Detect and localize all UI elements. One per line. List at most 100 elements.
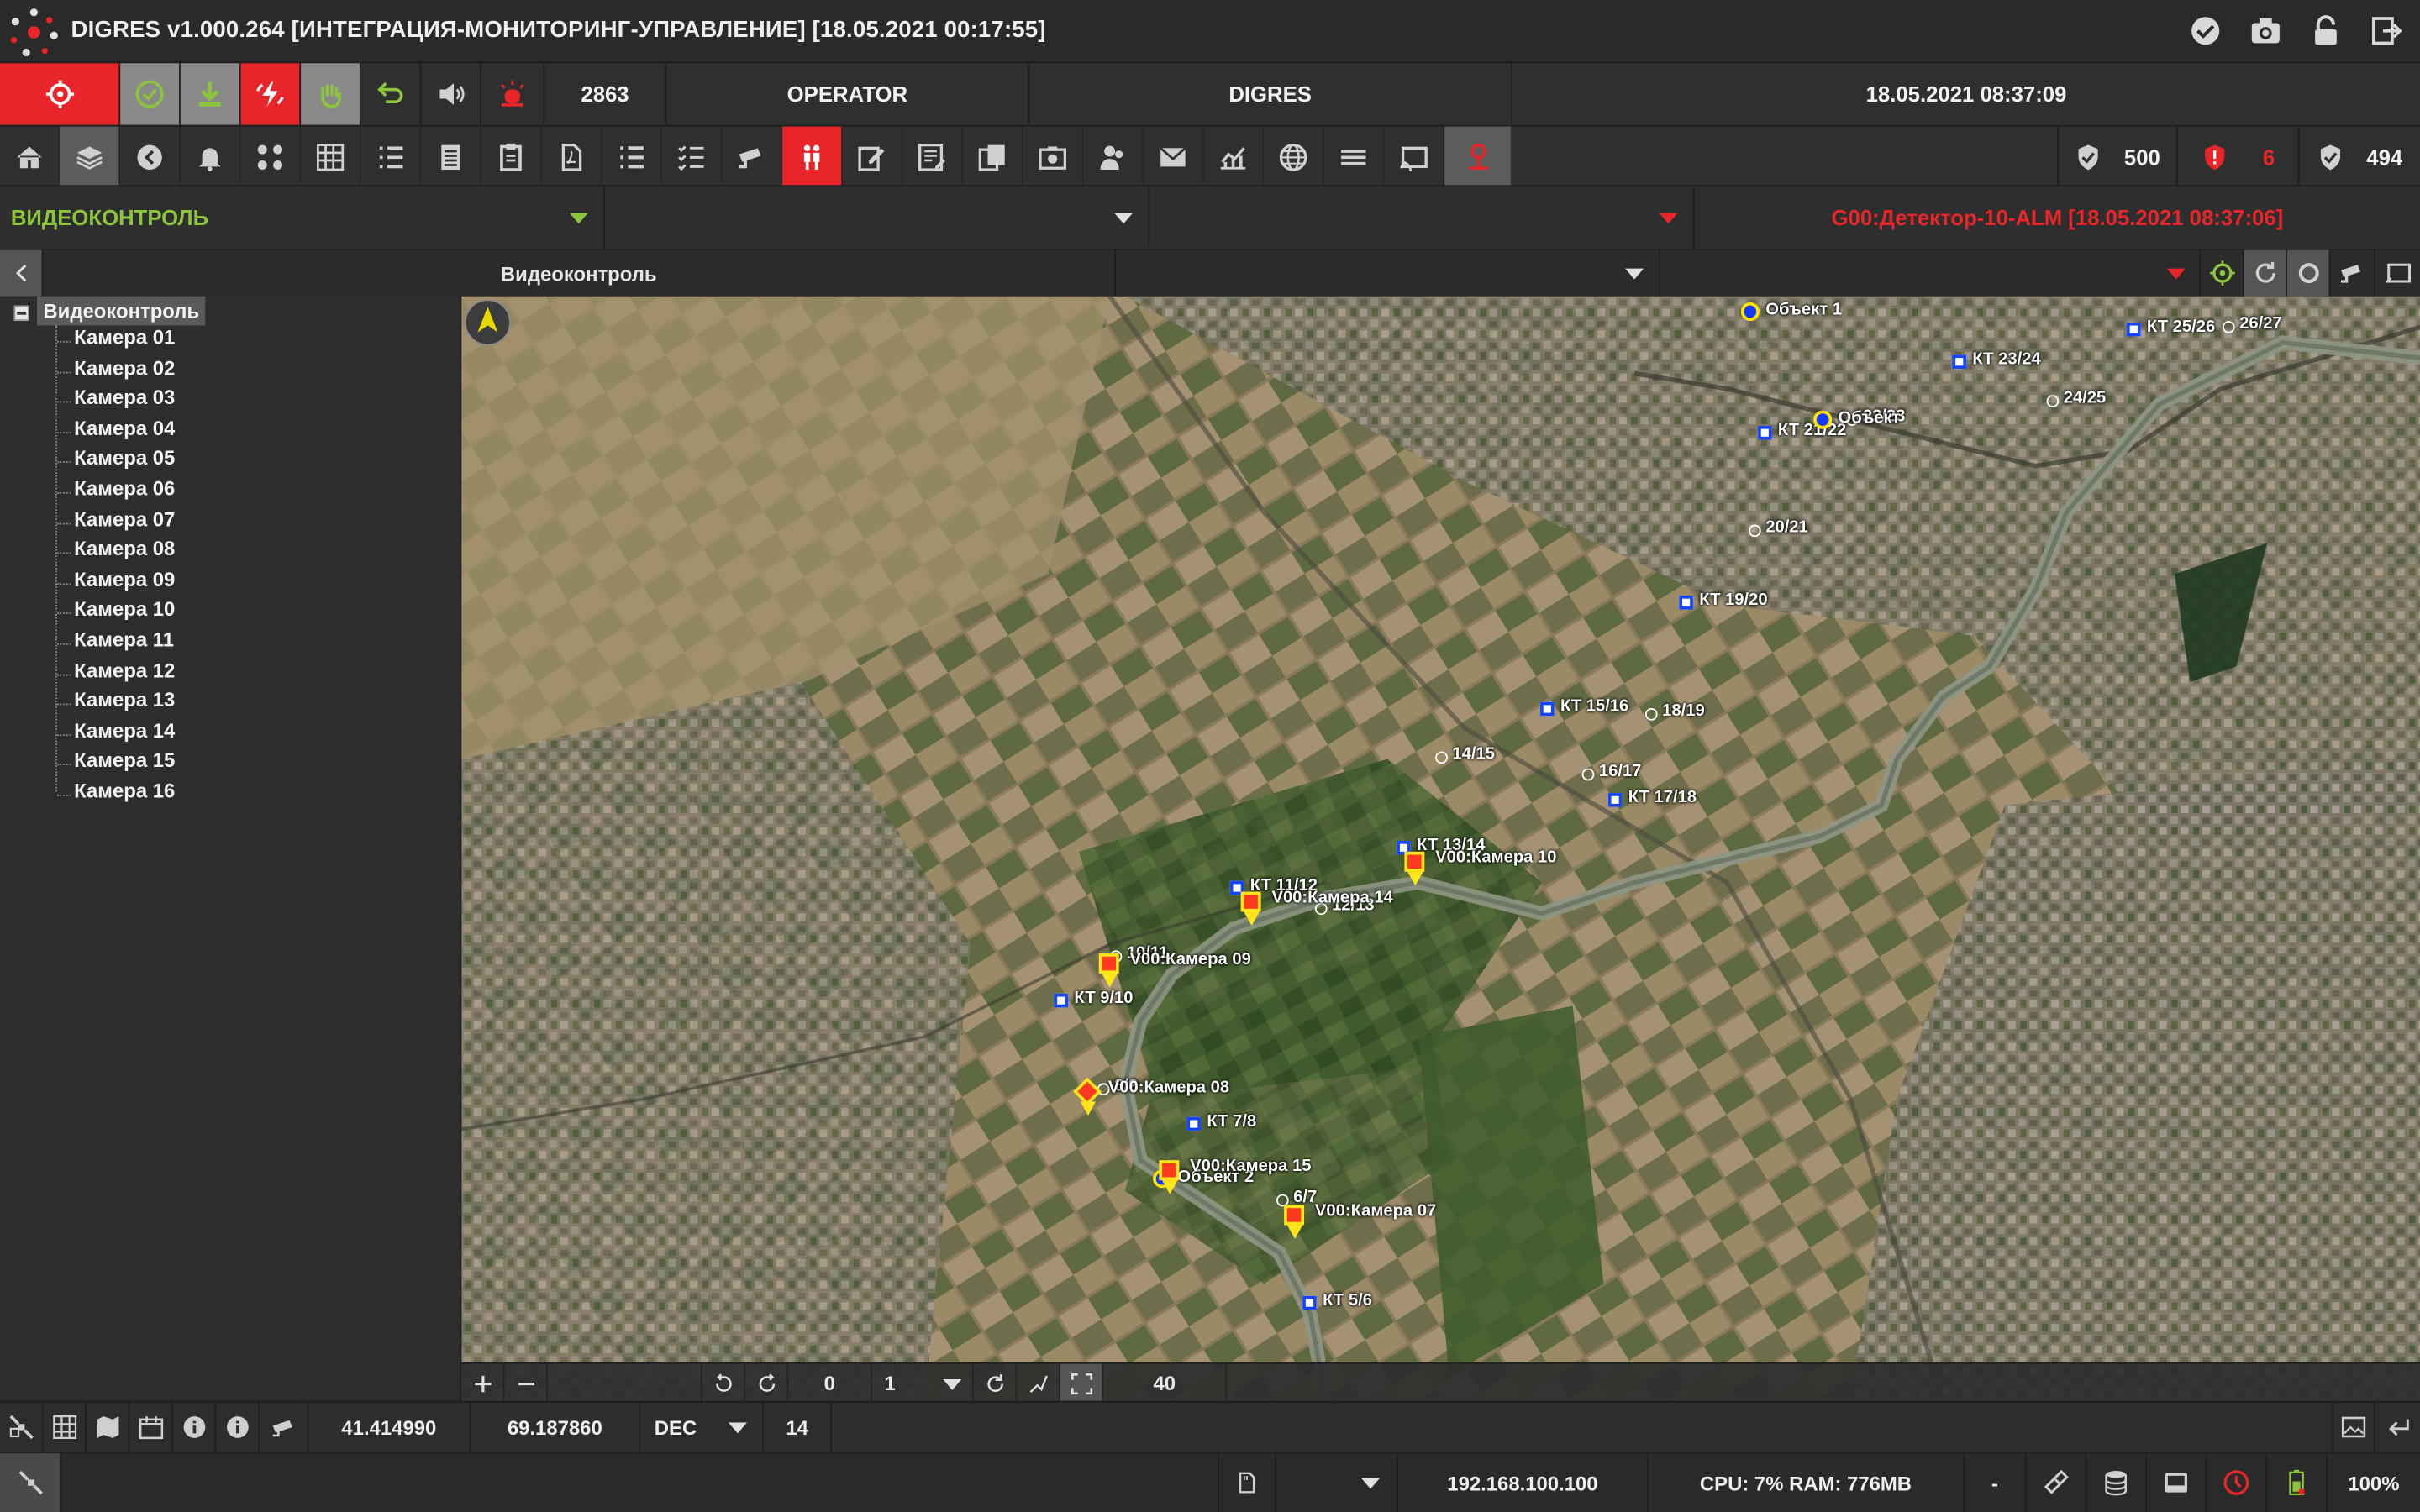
- hand-button[interactable]: [301, 63, 361, 125]
- alarm-message[interactable]: G00:Детектор-10-ALM [18.05.2021 08:37:06…: [1695, 186, 2420, 248]
- satellite-map[interactable]: КТ 25/26 КТ 23/24 КТ 21/22 КТ 19/20 КТ 15/16…: [461, 296, 2420, 1401]
- map-toggle-button[interactable]: [87, 1402, 130, 1452]
- list-button[interactable]: [361, 126, 422, 187]
- map-search-field[interactable]: [548, 1363, 702, 1403]
- form-button[interactable]: [902, 126, 964, 187]
- cctv-toggle-button[interactable]: [260, 1402, 309, 1452]
- tree-item-camera[interactable]: Камера 16: [74, 780, 175, 803]
- tree-item-camera[interactable]: Камера 14: [74, 719, 175, 743]
- zoom-in-button[interactable]: [461, 1363, 505, 1403]
- camera-marker[interactable]: [1240, 891, 1261, 912]
- undo-button[interactable]: [361, 63, 422, 125]
- cast-button[interactable]: [1385, 126, 1445, 187]
- waypoint-marker[interactable]: [1435, 751, 1448, 764]
- camera-marker[interactable]: [1159, 1160, 1180, 1181]
- tree-collapse-icon[interactable]: [13, 305, 29, 322]
- object-marker[interactable]: [1740, 302, 1760, 322]
- kt-checkpoint-marker[interactable]: [1758, 425, 1772, 440]
- camera-marker[interactable]: [1404, 851, 1425, 872]
- map-select-2[interactable]: [1660, 249, 2202, 297]
- tree-item-camera[interactable]: Камера 12: [74, 659, 175, 682]
- tree-item-camera[interactable]: Камера 07: [74, 507, 175, 531]
- tree-item-camera[interactable]: Камера 03: [74, 386, 175, 410]
- clock-alarm-button[interactable]: [2207, 1453, 2268, 1512]
- tree-item-camera[interactable]: Камера 01: [74, 326, 175, 349]
- edit-button[interactable]: [843, 126, 903, 187]
- lines-button[interactable]: [1324, 126, 1385, 187]
- home-button[interactable]: [0, 126, 60, 187]
- kt-checkpoint-marker[interactable]: [1952, 354, 1966, 369]
- waypoint-marker[interactable]: [2222, 321, 2235, 333]
- globe-button[interactable]: [1264, 126, 1324, 187]
- target-button[interactable]: [0, 63, 121, 125]
- tree-item-camera[interactable]: Камера 15: [74, 749, 175, 773]
- tree-item-camera[interactable]: Камера 10: [74, 598, 175, 622]
- sync-alarm-button[interactable]: [240, 63, 302, 125]
- waypoint-marker[interactable]: [1644, 708, 1658, 721]
- pdf-button[interactable]: [542, 126, 602, 187]
- tree-root[interactable]: Видеоконтроль: [37, 296, 206, 326]
- camera-marker[interactable]: [1284, 1205, 1305, 1226]
- waypoint-marker[interactable]: [1749, 524, 1761, 538]
- refresh-button[interactable]: [2244, 249, 2288, 297]
- database-button[interactable]: [2086, 1453, 2147, 1512]
- camera-snapshot-icon[interactable]: [2249, 14, 2282, 48]
- back-button[interactable]: [120, 126, 181, 187]
- bell-button[interactable]: [181, 126, 241, 187]
- cast-view-button[interactable]: [2375, 250, 2420, 297]
- logout-icon[interactable]: [2369, 14, 2402, 48]
- rotation-value[interactable]: 0: [789, 1363, 872, 1403]
- ordered-list-button[interactable]: [602, 126, 662, 187]
- circle-button[interactable]: [2287, 249, 2331, 297]
- layers-button[interactable]: [60, 126, 121, 187]
- info-button[interactable]: [173, 1402, 217, 1452]
- rotate-left-button[interactable]: [702, 1363, 746, 1403]
- kt-checkpoint-marker[interactable]: [1679, 595, 1693, 610]
- camera-marker[interactable]: [1098, 953, 1119, 974]
- users-button[interactable]: [1083, 126, 1144, 187]
- kt-checkpoint-marker[interactable]: [2127, 322, 2141, 337]
- tree-item-camera[interactable]: Камера 04: [74, 417, 175, 440]
- collapse-button[interactable]: [0, 249, 44, 297]
- object-marker[interactable]: [1813, 410, 1833, 429]
- photo-button[interactable]: [1023, 126, 1084, 187]
- coord-format-select[interactable]: DEC: [640, 1402, 765, 1452]
- report-button[interactable]: [421, 126, 482, 187]
- tree-item-camera[interactable]: Камера 11: [74, 628, 174, 652]
- compass-icon[interactable]: [464, 299, 511, 346]
- return-button[interactable]: [2375, 1403, 2420, 1452]
- route-button[interactable]: [1017, 1363, 1060, 1403]
- calendar-button[interactable]: [129, 1402, 173, 1452]
- documents-button[interactable]: [963, 126, 1023, 187]
- camera-cctv-button[interactable]: [723, 126, 783, 187]
- waypoint-marker[interactable]: [2046, 395, 2060, 407]
- kt-checkpoint-marker[interactable]: [1540, 701, 1555, 717]
- map-marker-button[interactable]: [1444, 126, 1512, 187]
- kt-checkpoint-marker[interactable]: [1186, 1116, 1201, 1131]
- tree-item-camera[interactable]: Камера 13: [74, 689, 175, 712]
- reset-rotation-button[interactable]: [974, 1363, 1018, 1403]
- checklist-button[interactable]: [662, 126, 723, 187]
- status-select[interactable]: [1276, 1453, 1399, 1512]
- storage-button[interactable]: [1218, 1453, 1276, 1512]
- zoom-value[interactable]: 40: [1103, 1363, 1228, 1403]
- personnel-button[interactable]: [782, 126, 843, 187]
- submodule-select[interactable]: [605, 186, 1150, 249]
- kt-checkpoint-marker[interactable]: [1302, 1295, 1317, 1310]
- satellite-status-button[interactable]: [0, 1453, 62, 1512]
- mail-button[interactable]: [1144, 126, 1204, 187]
- acknowledge-button[interactable]: [120, 63, 181, 125]
- hdd-button[interactable]: [2147, 1453, 2207, 1512]
- info-alt-button[interactable]: [216, 1402, 260, 1452]
- cctv-view-button[interactable]: [2330, 249, 2375, 297]
- satellite-toggle-button[interactable]: [0, 1402, 44, 1452]
- zoom-out-button[interactable]: [505, 1363, 549, 1403]
- tree-item-camera[interactable]: Камера 06: [74, 477, 175, 501]
- kt-checkpoint-marker[interactable]: [1607, 793, 1623, 807]
- image-button[interactable]: [2332, 1402, 2375, 1452]
- tree-item-camera[interactable]: Камера 09: [74, 568, 175, 591]
- alarm-filter-select[interactable]: [1150, 186, 1695, 249]
- fullscreen-button[interactable]: [1060, 1363, 1104, 1403]
- tree-item-camera[interactable]: Камера 05: [74, 447, 175, 470]
- alarm-light-button[interactable]: [481, 63, 545, 125]
